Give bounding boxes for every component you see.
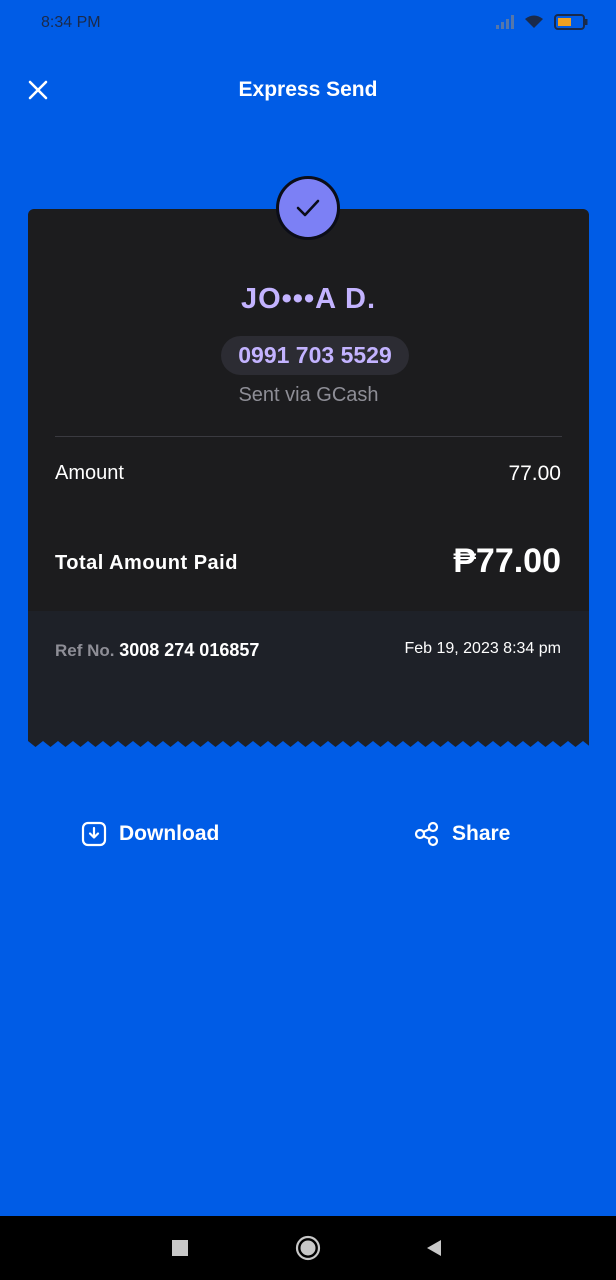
signal-icon [496,15,514,29]
recipient-name: JO•••A D. [240,283,377,315]
share-button[interactable]: Share [414,818,510,850]
reference: Ref No. 3008 274 016857 [55,640,259,661]
system-nav-bar [0,1216,616,1280]
receipt-footer [28,611,589,747]
share-icon [414,821,439,847]
download-button[interactable]: Download [81,818,219,850]
check-icon [296,199,320,217]
page-title: Express Send [238,78,378,101]
receipt-card: JO•••A D. 0991 703 5529 Sent via GCash A… [28,176,589,749]
share-label: Share [452,822,511,845]
home-button[interactable] [278,1216,338,1280]
divider [55,436,562,437]
status-icons [496,14,588,30]
recents-icon [172,1240,188,1256]
sent-via-label: Sent via GCash [238,384,379,406]
reference-number: 3008 274 016857 [119,640,260,660]
check-circle [279,179,337,237]
total-value: ₱77.00 [453,542,561,580]
back-button[interactable] [404,1216,464,1280]
download-label: Download [119,822,220,845]
transaction-date: Feb 19, 2023 8:34 pm [404,640,561,657]
receipt-torn-edge [28,741,589,749]
amount-value: 77.00 [508,462,561,485]
download-icon [81,821,107,847]
home-icon [295,1235,321,1261]
amount-label: Amount [55,462,124,484]
reference-label: Ref No. [55,641,115,660]
status-bar: 8:34 PM [0,0,616,48]
total-label: Total Amount Paid [55,552,238,574]
wifi-icon [525,15,543,28]
battery-icon [554,14,588,30]
back-icon [427,1240,441,1256]
recipient-phone: 0991 703 5529 [221,336,409,375]
header: Express Send [0,60,616,120]
receipt-screen: 8:34 PM Express Send JO•••A D. 0991 703 … [0,0,616,1280]
status-time: 8:34 PM [41,14,101,31]
success-badge [276,176,340,240]
recents-button[interactable] [150,1216,210,1280]
